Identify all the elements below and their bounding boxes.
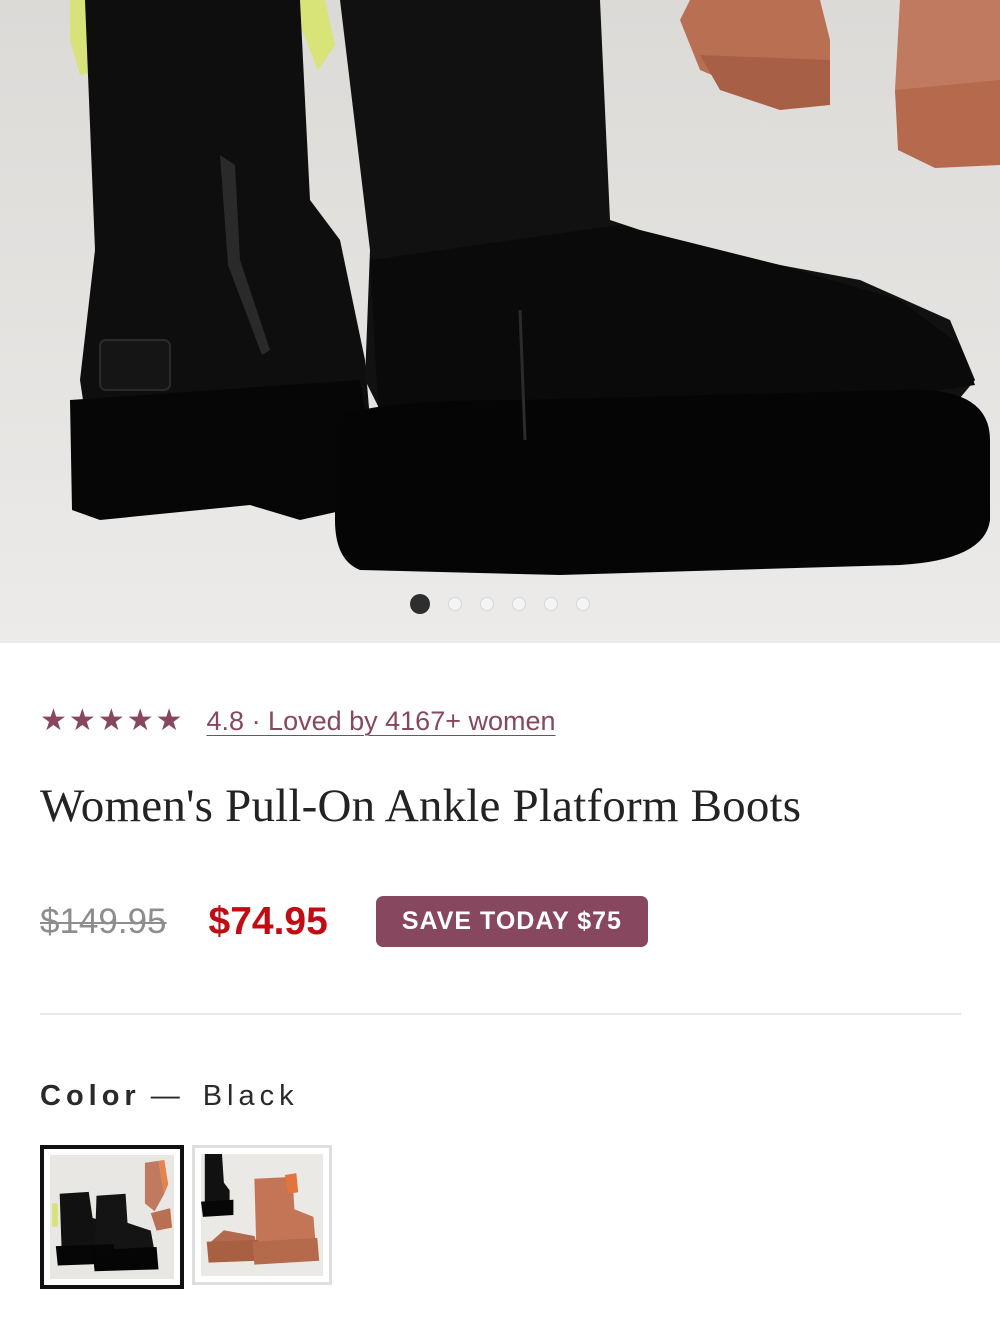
sale-price: $74.95	[208, 899, 328, 943]
original-price: $149.95	[40, 901, 167, 941]
star-icon: ★	[40, 703, 67, 738]
section-divider	[40, 1013, 961, 1015]
gallery-dot[interactable]	[448, 597, 462, 611]
black-boot-thumbnail	[50, 1155, 174, 1279]
star-icon: ★	[97, 703, 125, 738]
star-icon: ★	[126, 703, 154, 738]
star-rating: ★ ★ ★ ★ ★	[40, 704, 183, 738]
gallery-dot[interactable]	[576, 597, 590, 611]
price-row: $149.95 $74.95 SAVE TODAY $75	[40, 896, 648, 947]
chestnut-boot-thumbnail	[201, 1154, 323, 1276]
gallery-dot[interactable]	[410, 594, 430, 614]
color-heading: Color	[40, 1080, 141, 1112]
color-swatches	[40, 1145, 332, 1289]
product-page: ★ ★ ★ ★ ★ 4.8 · Loved by 4167+ women Wom…	[0, 0, 1000, 1333]
product-title: Women's Pull-On Ankle Platform Boots	[40, 780, 802, 832]
gallery-dot[interactable]	[480, 597, 494, 611]
color-label: Color — Black	[40, 1080, 299, 1113]
reviews-link[interactable]: 4.8 · Loved by 4167+ women	[207, 704, 556, 738]
swatch-chestnut[interactable]	[192, 1145, 332, 1285]
swatch-black[interactable]	[40, 1145, 184, 1289]
save-badge: SAVE TODAY $75	[375, 896, 648, 947]
product-photo	[0, 0, 1000, 643]
rating-row: ★ ★ ★ ★ ★ 4.8 · Loved by 4167+ women	[40, 704, 556, 738]
gallery-dot[interactable]	[544, 597, 558, 611]
star-icon: ★	[68, 703, 96, 738]
product-image-gallery[interactable]	[0, 0, 1000, 643]
star-icon: ★	[155, 703, 183, 738]
gallery-dot[interactable]	[512, 597, 526, 611]
gallery-pagination	[0, 594, 1000, 614]
color-separator: —	[150, 1080, 185, 1112]
selected-color: Black	[202, 1080, 299, 1112]
